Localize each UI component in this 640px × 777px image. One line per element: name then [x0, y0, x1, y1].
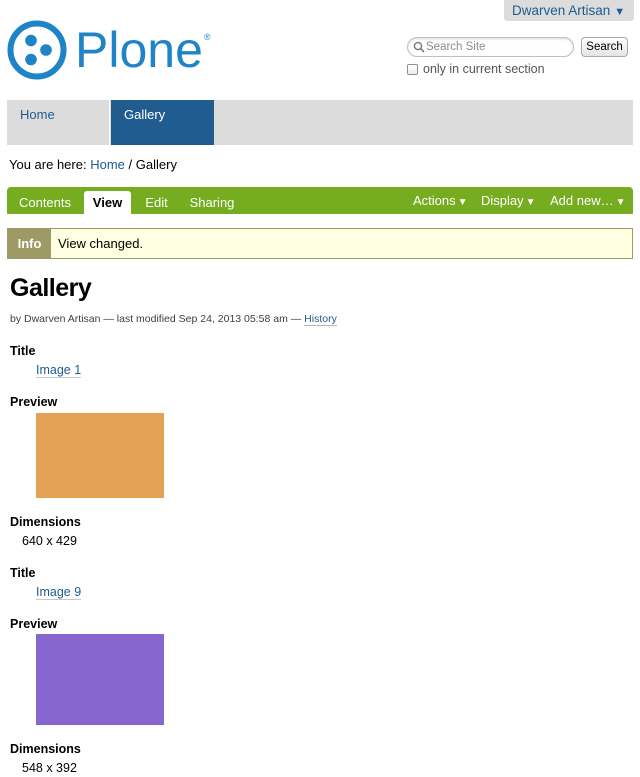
image-title-link[interactable]: Image 1	[36, 363, 82, 378]
search-button[interactable]: Search	[581, 37, 628, 57]
status-message-text: View changed.	[58, 236, 144, 251]
nav-tab-gallery[interactable]: Gallery	[111, 100, 214, 145]
plone-logo-icon	[7, 20, 67, 80]
search-input[interactable]	[426, 39, 571, 55]
search-box	[407, 37, 574, 57]
image-title-label: Title	[10, 566, 36, 580]
status-message-type: Info	[8, 229, 51, 258]
global-navigation: Home Gallery	[7, 100, 633, 145]
byline-text: by Dwarven Artisan — last modified Sep 2…	[10, 313, 302, 325]
user-menu-arrow-icon: ▼	[614, 6, 626, 18]
image-dimensions-label: Dimensions	[10, 515, 81, 529]
current-section-option: only in current section	[407, 62, 545, 76]
page-title: Gallery	[10, 274, 92, 302]
logo-wordmark: Plone	[75, 22, 203, 78]
chevron-down-icon: ▼	[457, 197, 468, 208]
breadcrumb-home-link[interactable]: Home	[90, 157, 125, 172]
user-menu[interactable]: Dwarven Artisan ▼	[504, 0, 634, 21]
tab-edit[interactable]: Edit	[138, 191, 175, 214]
nav-tab-home[interactable]: Home	[7, 100, 110, 145]
image-dimensions-value: 640 x 429	[22, 534, 77, 548]
current-section-label: only in current section	[423, 62, 545, 76]
actions-menu-label: Actions	[413, 193, 456, 208]
image-preview[interactable]	[36, 413, 164, 498]
history-link[interactable]: History	[304, 313, 337, 326]
actions-menu[interactable]: Actions ▼	[413, 187, 468, 214]
image-preview[interactable]	[36, 634, 164, 725]
display-menu-label: Display	[481, 193, 524, 208]
status-message: Info View changed.	[7, 228, 633, 259]
registered-mark: ®	[203, 32, 211, 42]
add-new-menu[interactable]: Add new… ▼	[550, 187, 626, 214]
breadcrumb-current: Gallery	[135, 157, 177, 172]
magnifier-icon	[413, 41, 425, 53]
user-name: Dwarven Artisan	[512, 3, 611, 18]
current-section-checkbox[interactable]	[407, 63, 418, 75]
breadcrumb: You are here: Home / Gallery	[9, 157, 177, 172]
add-new-menu-label: Add new…	[550, 193, 614, 208]
site-logo[interactable]: Plone ®	[7, 20, 227, 80]
image-title-link[interactable]: Image 9	[36, 585, 82, 600]
tab-view[interactable]: View	[84, 191, 131, 214]
chevron-down-icon: ▼	[525, 197, 536, 208]
content-actions-bar: Contents View Edit Sharing Actions ▼ Disp…	[7, 187, 633, 214]
breadcrumb-prefix: You are here:	[9, 157, 87, 172]
breadcrumb-separator: /	[128, 157, 133, 172]
image-dimensions-value: 548 x 392	[22, 761, 77, 775]
chevron-down-icon: ▼	[615, 197, 626, 208]
image-preview-label: Preview	[10, 395, 58, 409]
display-menu[interactable]: Display ▼	[481, 187, 536, 214]
image-preview-label: Preview	[10, 617, 58, 631]
tab-sharing[interactable]: Sharing	[182, 191, 242, 214]
tab-contents[interactable]: Contents	[12, 191, 78, 214]
image-title-label: Title	[10, 344, 36, 358]
document-byline: by Dwarven Artisan — last modified Sep 2…	[10, 313, 337, 326]
image-dimensions-label: Dimensions	[10, 742, 81, 756]
